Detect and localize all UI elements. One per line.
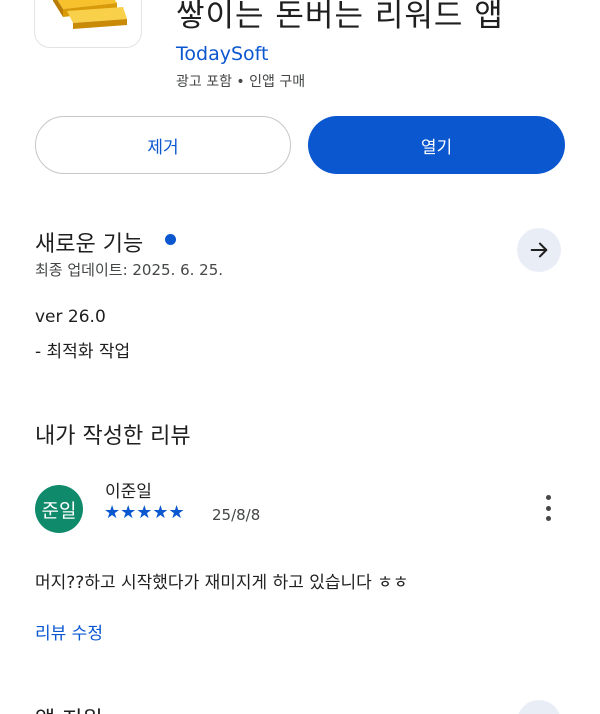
app-title: 쌓이는 돈버는 리워드 앱 xyxy=(176,0,504,34)
release-note: - 최적화 작업 xyxy=(35,342,131,362)
more-vert-icon xyxy=(545,495,551,500)
app-support-title: 앱 지원 xyxy=(35,702,103,714)
avatar: 준일 xyxy=(35,485,83,533)
remove-button[interactable]: 제거 xyxy=(35,116,291,174)
app-icon xyxy=(34,0,142,48)
review-text: 머지??하고 시작했다가 재미지게 하고 있습니다 ㅎㅎ xyxy=(35,573,409,593)
version-text: ver 26.0 xyxy=(35,307,106,327)
star-rating: ★★★★★ xyxy=(104,503,185,523)
arrow-right-icon xyxy=(530,242,548,258)
app-meta: 광고 포함 • 인앱 구매 xyxy=(176,74,306,90)
developer-link[interactable]: TodaySoft xyxy=(176,43,268,65)
gold-bars-icon xyxy=(53,0,127,29)
last-updated: 최종 업데이트: 2025. 6. 25. xyxy=(35,261,224,279)
new-indicator-dot xyxy=(165,234,176,245)
reviewer-name: 이준일 xyxy=(105,482,152,502)
whats-new-title: 새로운 기능 xyxy=(35,232,144,257)
edit-review-link[interactable]: 리뷰 수정 xyxy=(35,619,103,644)
review-date: 25/8/8 xyxy=(212,506,261,524)
open-button[interactable]: 열기 xyxy=(308,116,565,174)
star-rating-stars: ★★★★★ xyxy=(104,502,185,523)
whats-new-arrow-button[interactable] xyxy=(517,228,561,272)
more-options-button[interactable] xyxy=(536,493,560,523)
app-support-expand-button[interactable] xyxy=(517,700,561,714)
my-review-title: 내가 작성한 리뷰 xyxy=(35,424,191,449)
